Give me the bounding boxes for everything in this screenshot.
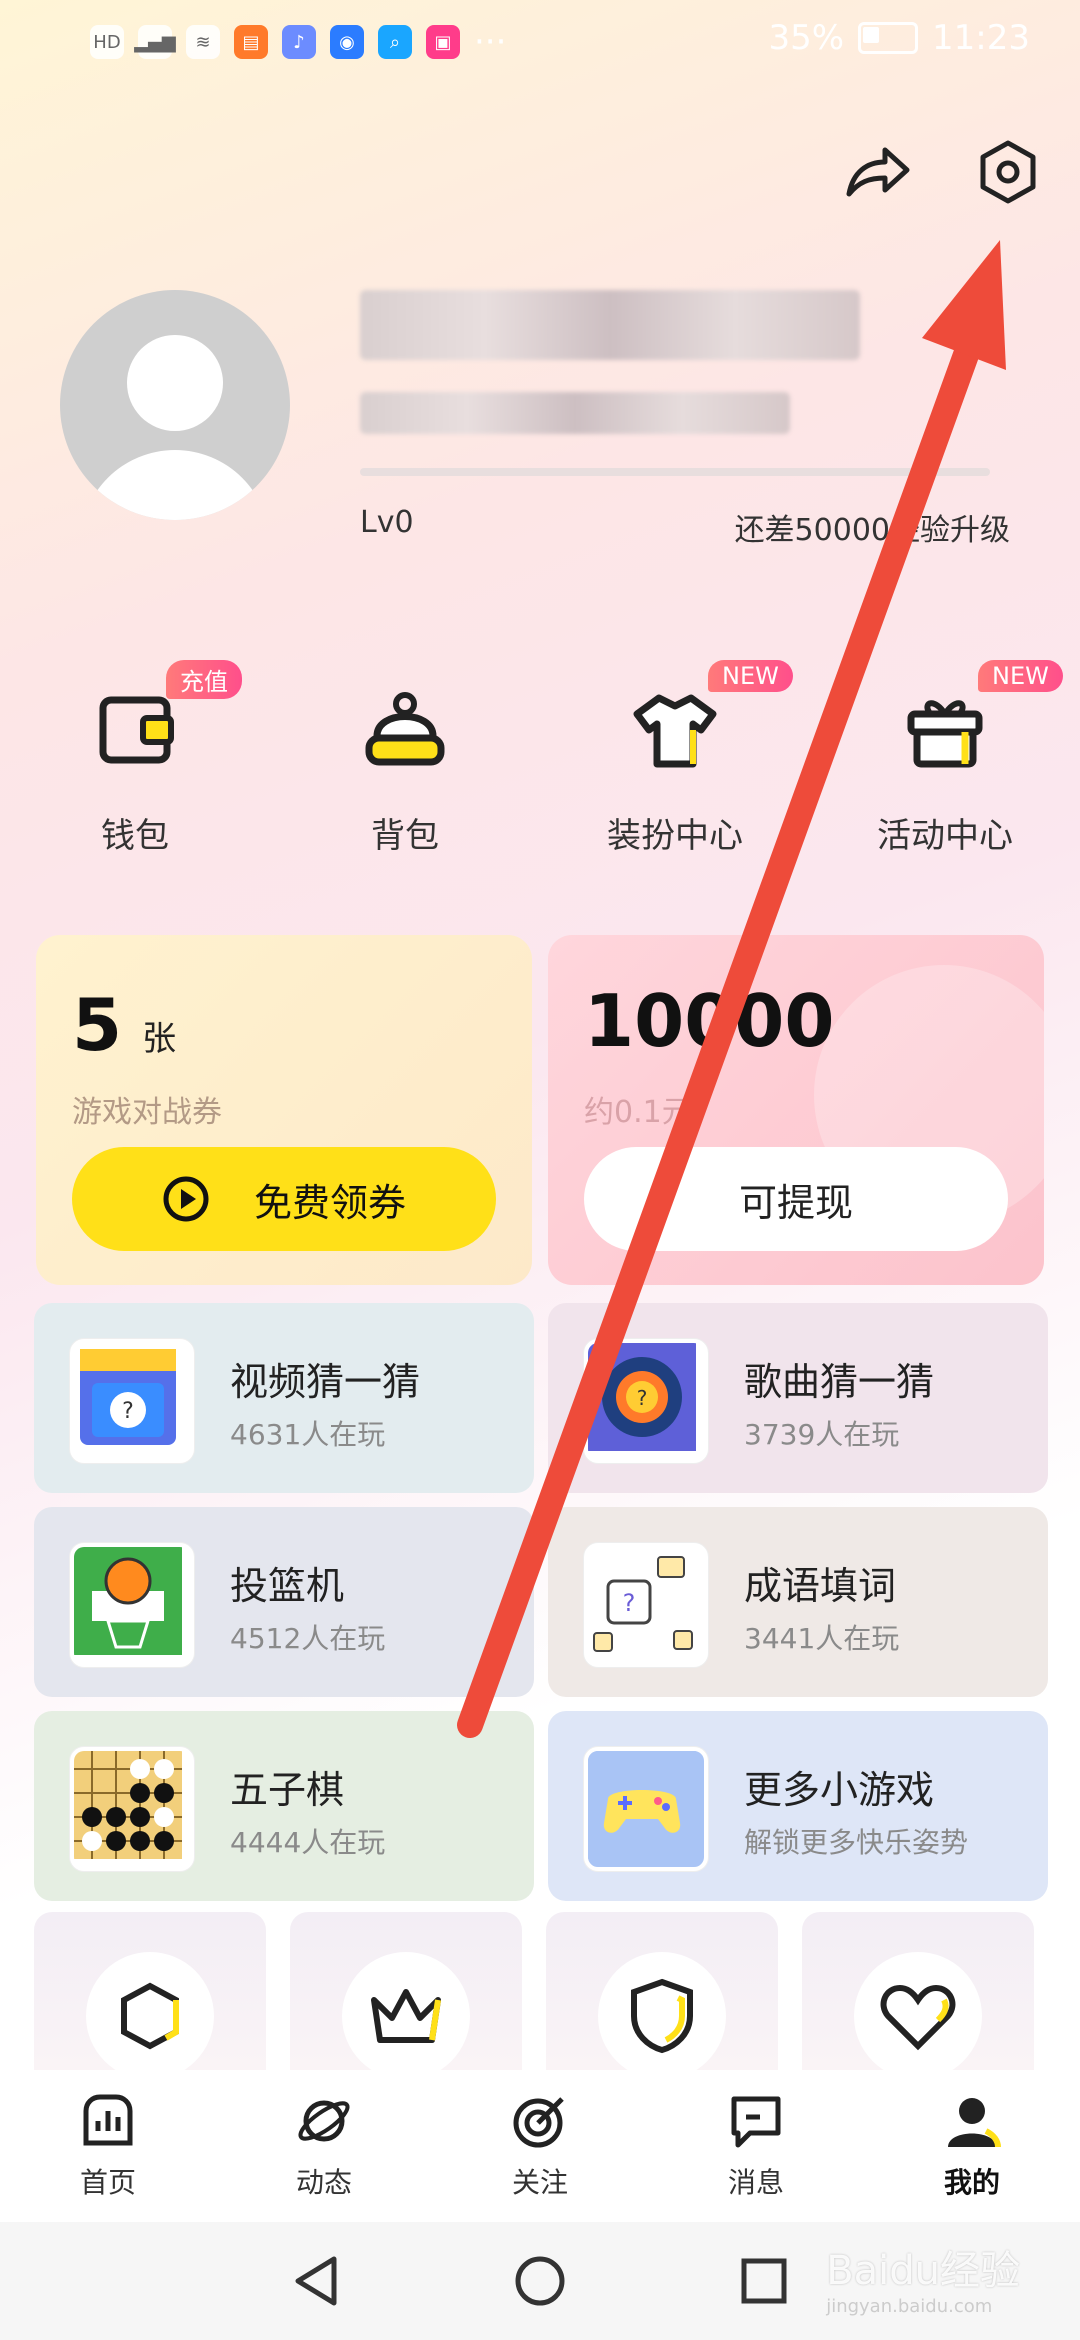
annotation-arrow xyxy=(457,240,1006,1738)
